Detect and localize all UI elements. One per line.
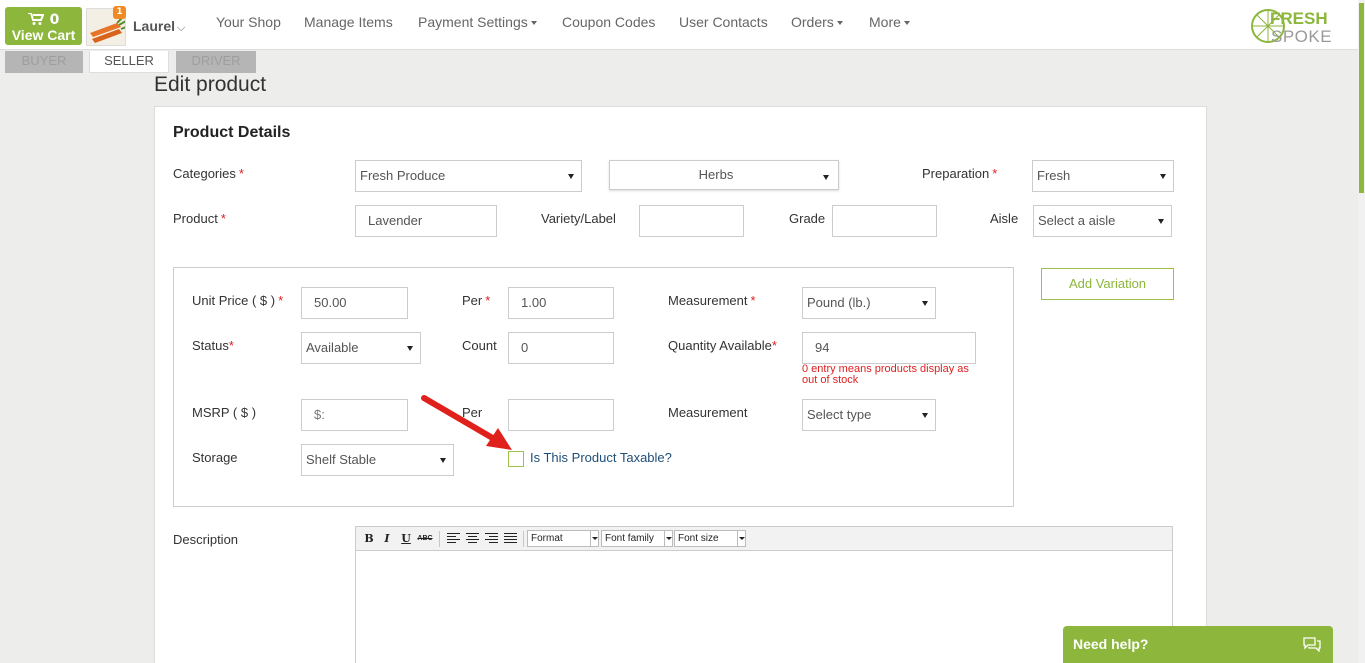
- caret-down-icon: [737, 531, 745, 546]
- nav-manage-items[interactable]: Manage Items: [304, 14, 393, 30]
- user-menu[interactable]: Laurel ⌵: [133, 18, 185, 35]
- description-editor[interactable]: B I U ABC Format Font family Font size: [355, 526, 1173, 663]
- count-label: Count: [462, 338, 497, 353]
- caret-down-icon: [836, 21, 843, 25]
- caret-down-icon: [823, 175, 829, 180]
- toolbar-divider: [439, 531, 440, 547]
- need-help-widget[interactable]: Need help?: [1063, 626, 1333, 663]
- cart-count: 0: [49, 12, 60, 28]
- msrp-measurement-select[interactable]: Select type: [802, 399, 936, 431]
- caret-down-icon: [903, 21, 910, 25]
- caret-down-icon: [590, 531, 598, 546]
- product-label: Product *: [173, 211, 226, 226]
- align-center-icon[interactable]: [466, 533, 479, 544]
- username: Laurel: [133, 18, 176, 34]
- caret-down-icon: [440, 458, 446, 463]
- view-cart-button[interactable]: 0 View Cart: [5, 7, 82, 45]
- caret-down-icon: [922, 301, 928, 306]
- annotation-arrow-icon: [421, 395, 512, 450]
- align-left-icon[interactable]: [447, 533, 460, 544]
- notification-badge: 1: [113, 6, 126, 19]
- italic-button[interactable]: I: [379, 531, 395, 547]
- nav-orders[interactable]: Orders: [791, 14, 843, 30]
- caret-down-icon: [922, 413, 928, 418]
- category-select[interactable]: Fresh Produce: [355, 160, 582, 192]
- align-justify-icon[interactable]: [504, 533, 517, 544]
- aisle-label: Aisle: [990, 211, 1019, 226]
- add-variation-button[interactable]: Add Variation: [1041, 268, 1174, 300]
- storage-label: Storage: [192, 450, 238, 465]
- caret-down-icon: [530, 21, 537, 25]
- msrp-label: MSRP ( $ ): [192, 405, 257, 420]
- unit-price-input[interactable]: 50.00: [301, 287, 408, 319]
- unit-price-label: Unit Price ( $ ) *: [192, 293, 284, 308]
- caret-down-icon: [407, 346, 413, 351]
- role-tab-driver[interactable]: DRIVER: [176, 51, 256, 73]
- preparation-select[interactable]: Fresh: [1032, 160, 1174, 192]
- chevron-down-icon: ⌵: [177, 22, 186, 34]
- cart-icon: [27, 13, 44, 25]
- editor-toolbar: B I U ABC Format Font family Font size: [356, 527, 1172, 551]
- toolbar-divider: [523, 531, 524, 547]
- per-input[interactable]: 1.00: [508, 287, 614, 319]
- measurement-select[interactable]: Pound (lb.): [802, 287, 936, 319]
- font-family-dropdown[interactable]: Font family: [601, 530, 673, 547]
- aisle-select[interactable]: Select a aisle: [1033, 205, 1172, 237]
- underline-button[interactable]: U: [398, 531, 414, 547]
- variety-input[interactable]: [639, 205, 744, 237]
- msrp-measurement-label: Measurement: [668, 405, 748, 420]
- nav-more[interactable]: More: [869, 14, 910, 30]
- caret-down-icon: [664, 531, 672, 546]
- top-navbar: 0 View Cart 1 Laurel ⌵ Your Shop Manage I…: [0, 0, 1358, 50]
- description-label: Description: [173, 532, 239, 547]
- count-input[interactable]: 0: [508, 332, 614, 364]
- quantity-hint: 0 entry means products display as out of…: [802, 363, 969, 386]
- preparation-label: Preparation *: [922, 166, 998, 181]
- categories-label: Categories *: [173, 166, 244, 181]
- page-title: Edit product: [154, 73, 267, 96]
- msrp-input[interactable]: $:: [301, 399, 408, 431]
- bold-button[interactable]: B: [361, 531, 377, 547]
- product-name-input[interactable]: Lavender: [355, 205, 497, 237]
- nav-your-shop[interactable]: Your Shop: [216, 14, 281, 30]
- status-label: Status*: [192, 338, 234, 353]
- strikethrough-button[interactable]: ABC: [417, 531, 433, 547]
- msrp-per-input[interactable]: [508, 399, 614, 431]
- svg-text:SPOKE: SPOKE: [1271, 27, 1332, 46]
- chat-bubble-icon: [1303, 637, 1321, 652]
- nav-coupon-codes[interactable]: Coupon Codes: [562, 14, 655, 30]
- measurement-label: Measurement *: [668, 293, 756, 308]
- per-label: Per *: [462, 293, 491, 308]
- font-size-dropdown[interactable]: Font size: [674, 530, 746, 547]
- svg-text:FRESH: FRESH: [1270, 9, 1328, 28]
- nav-payment-settings[interactable]: Payment Settings: [418, 14, 537, 30]
- need-help-label: Need help?: [1073, 636, 1149, 652]
- nav-user-contacts[interactable]: User Contacts: [679, 14, 768, 30]
- scrollbar-thumb[interactable]: [1359, 3, 1364, 193]
- section-title: Product Details: [173, 124, 291, 141]
- role-tab-seller[interactable]: SELLER: [89, 51, 169, 73]
- quantity-available-label: Quantity Available*: [668, 338, 777, 353]
- grade-label: Grade: [789, 211, 826, 226]
- format-dropdown[interactable]: Format: [527, 530, 599, 547]
- grade-input[interactable]: [832, 205, 937, 237]
- freshspoke-logo[interactable]: FRESH SPOKE: [1251, 6, 1355, 46]
- caret-down-icon: [568, 174, 574, 179]
- taxable-label[interactable]: Is This Product Taxable?: [530, 450, 672, 465]
- variety-label: Variety/Label: [541, 211, 616, 226]
- align-right-icon[interactable]: [485, 533, 498, 544]
- cart-label: View Cart: [11, 27, 76, 43]
- caret-down-icon: [1160, 174, 1166, 179]
- subcategory-select[interactable]: Herbs: [609, 160, 839, 190]
- quantity-available-input[interactable]: 94: [802, 332, 976, 364]
- status-select[interactable]: Available: [301, 332, 421, 364]
- caret-down-icon: [1158, 219, 1164, 224]
- role-tab-buyer[interactable]: BUYER: [5, 51, 83, 73]
